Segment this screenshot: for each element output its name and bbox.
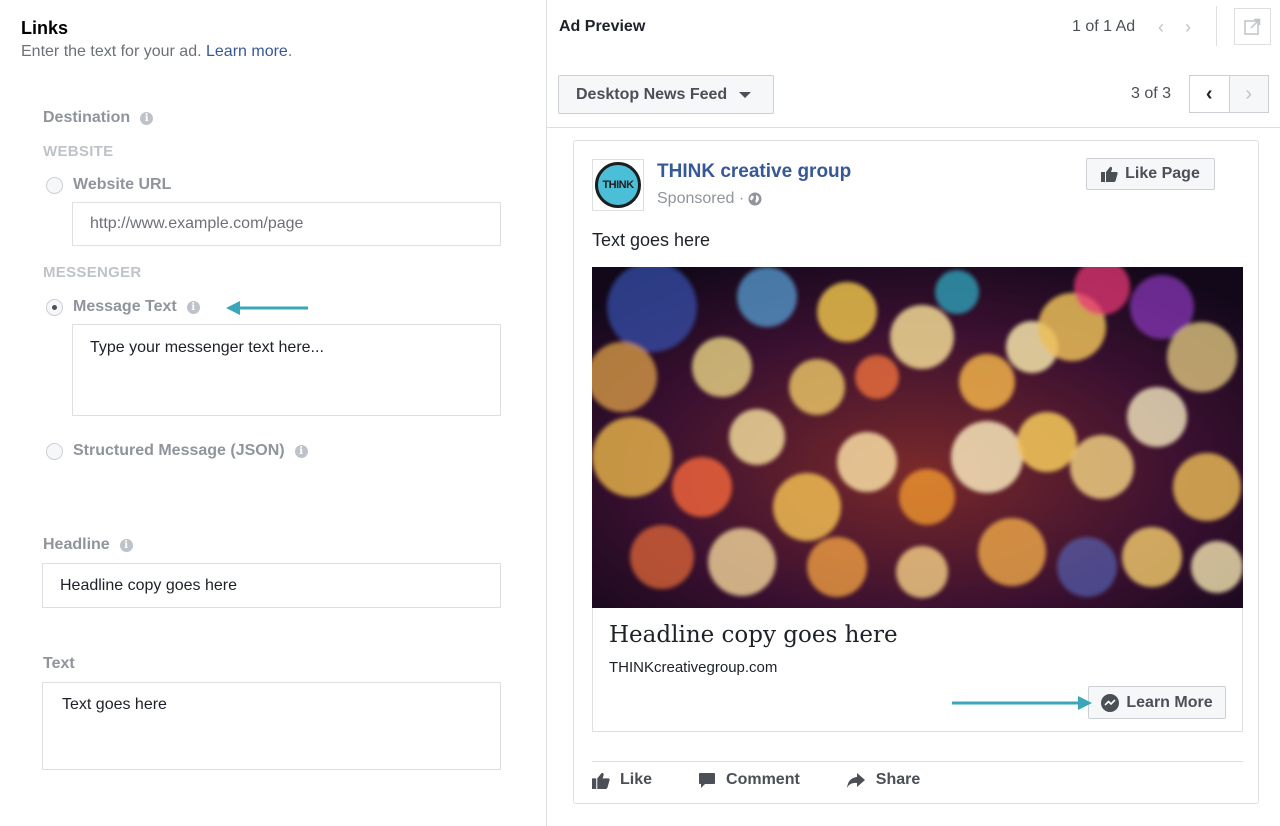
structured-message-option[interactable]: Structured Message (JSON) i xyxy=(46,442,308,460)
link-preview[interactable]: Headline copy goes here THINKcreativegro… xyxy=(592,608,1243,732)
annotation-arrow-left xyxy=(226,301,308,315)
text-label: Text xyxy=(43,655,75,673)
structured-message-radio[interactable] xyxy=(46,442,63,460)
pager: ‹ › xyxy=(1189,75,1269,113)
comment-icon xyxy=(699,772,716,788)
destination-label: Destination i xyxy=(43,109,154,127)
website-url-input[interactable] xyxy=(90,215,500,233)
ad-image-bokeh[interactable] xyxy=(592,267,1243,608)
links-subtitle-text: Enter the text for your ad. xyxy=(21,43,202,60)
previous-button[interactable]: ‹ xyxy=(1190,76,1230,112)
logo-text: THINK xyxy=(602,179,634,191)
bokeh-lights-image xyxy=(592,267,1243,608)
destination-label-text: Destination xyxy=(43,109,131,126)
page-avatar[interactable]: THINK xyxy=(592,159,644,211)
message-text-textarea[interactable] xyxy=(90,339,500,375)
info-icon[interactable]: i xyxy=(294,444,308,458)
headline-input-value[interactable]: Headline copy goes here xyxy=(60,577,237,595)
website-url-field[interactable] xyxy=(72,202,501,246)
headline-field[interactable]: Headline copy goes here xyxy=(42,563,501,608)
learn-more-link[interactable]: Learn more xyxy=(206,43,288,60)
messenger-icon xyxy=(1101,693,1120,712)
website-url-option[interactable]: Website URL xyxy=(46,176,171,194)
learn-more-label: Learn More xyxy=(1126,693,1213,711)
structured-message-label: Structured Message (JSON) xyxy=(73,442,285,459)
headline-label-text: Headline xyxy=(43,536,110,553)
chevron-right-icon[interactable]: › xyxy=(1185,17,1191,38)
external-link-icon xyxy=(1244,18,1261,35)
ad-preview-title: Ad Preview xyxy=(559,18,646,35)
placement-label: Desktop News Feed xyxy=(576,85,728,103)
messenger-caption: MESSENGER xyxy=(43,264,142,281)
like-label: Like xyxy=(620,771,653,788)
website-caption: WEBSITE xyxy=(43,143,114,160)
message-text-radio[interactable] xyxy=(46,298,63,316)
website-url-radio[interactable] xyxy=(46,176,63,194)
links-subtitle: Enter the text for your ad. Learn more. xyxy=(21,43,292,61)
sponsored-line: Sponsored · xyxy=(657,190,762,208)
message-text-option[interactable]: Message Text i xyxy=(46,298,200,316)
page-name-link[interactable]: THINK creative group xyxy=(657,161,851,183)
text-input-value[interactable]: Text goes here xyxy=(62,696,167,713)
info-icon[interactable]: i xyxy=(140,111,154,125)
page-count: 3 of 3 xyxy=(1131,85,1172,102)
like-page-label: Like Page xyxy=(1125,165,1200,182)
preview-divider xyxy=(547,127,1280,128)
share-icon xyxy=(846,772,865,788)
ad-preview-panel: Ad Preview 1 of 1 Ad ‹ › Desktop News Fe… xyxy=(547,0,1280,826)
comment-action[interactable]: Comment xyxy=(698,771,800,789)
info-icon[interactable]: i xyxy=(119,538,133,552)
thumbs-up-icon xyxy=(1101,166,1118,182)
website-url-label: Website URL xyxy=(73,176,172,193)
annotation-arrow-right xyxy=(952,696,1092,710)
ad-headline[interactable]: Headline copy goes here xyxy=(609,622,898,648)
post-text: Text goes here xyxy=(592,230,711,250)
toolbar-separator xyxy=(1216,6,1217,46)
info-icon[interactable]: i xyxy=(186,300,200,314)
globe-icon xyxy=(748,192,762,206)
sponsored-label: Sponsored · xyxy=(657,190,745,207)
text-label-text: Text xyxy=(43,655,75,672)
share-action[interactable]: Share xyxy=(846,771,920,789)
chevron-left-icon[interactable]: ‹ xyxy=(1158,17,1164,38)
message-text-label: Message Text xyxy=(73,298,177,315)
next-button[interactable]: › xyxy=(1229,76,1268,112)
ad-domain: THINKcreativegroup.com xyxy=(609,659,778,676)
post-actions: Like Comment Share xyxy=(592,771,966,789)
learn-more-button[interactable]: Learn More xyxy=(1088,686,1226,719)
links-title: Links xyxy=(21,18,69,38)
caret-down-icon xyxy=(739,91,752,98)
like-page-button[interactable]: Like Page xyxy=(1086,158,1215,190)
open-external-button[interactable] xyxy=(1234,8,1271,45)
actions-divider xyxy=(592,761,1243,762)
thumbs-up-icon xyxy=(592,772,610,789)
like-action[interactable]: Like xyxy=(592,771,652,789)
message-text-field[interactable] xyxy=(72,324,501,416)
links-panel: Links Enter the text for your ad. Learn … xyxy=(0,0,546,826)
share-label: Share xyxy=(875,771,921,788)
think-logo: THINK xyxy=(595,162,641,208)
ad-count: 1 of 1 Ad xyxy=(1072,18,1136,35)
subtitle-period: . xyxy=(287,43,293,60)
ad-card: THINK THINK creative group Sponsored · L… xyxy=(573,140,1259,804)
text-field[interactable]: Text goes here xyxy=(42,682,501,770)
comment-label: Comment xyxy=(726,771,800,788)
headline-label: Headline i xyxy=(43,536,133,554)
placement-dropdown[interactable]: Desktop News Feed xyxy=(558,75,774,114)
